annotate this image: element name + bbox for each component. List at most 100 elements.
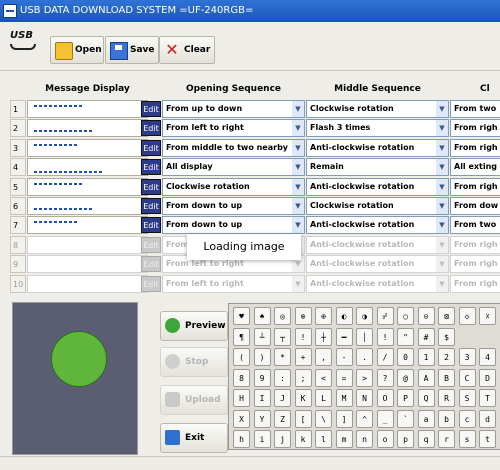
keyboard-key[interactable]: ⊗ — [294, 307, 312, 325]
middle-sequence-select[interactable]: Anti-clockwise rotation ▼ — [306, 177, 449, 196]
opening-sequence-select[interactable]: Clockwise rotation ▼ — [162, 177, 305, 196]
chevron-down-icon[interactable]: ▼ — [436, 256, 448, 273]
edit-button[interactable]: Edit — [141, 198, 161, 214]
middle-sequence-select[interactable]: Clockwise rotation ▼ — [306, 100, 449, 118]
chevron-down-icon[interactable]: ▼ — [292, 159, 304, 176]
keyboard-key[interactable]: p — [397, 430, 414, 448]
opening-sequence-select[interactable]: From down to up ▼ — [162, 216, 305, 235]
keyboard-key[interactable]: Q — [417, 389, 435, 407]
keyboard-key[interactable]: d — [479, 409, 496, 428]
keyboard-key[interactable]: D — [479, 368, 496, 387]
keyboard-key[interactable]: n — [356, 430, 373, 448]
keyboard-key[interactable]: a — [417, 409, 435, 428]
keyboard-key[interactable]: H — [233, 389, 250, 407]
keyboard-key[interactable]: m — [335, 430, 353, 448]
closing-sequence-select[interactable]: From righ — [450, 177, 500, 196]
stop-button[interactable]: Stop — [160, 347, 228, 377]
keyboard-key[interactable]: c — [458, 409, 476, 428]
keyboard-key[interactable]: R — [438, 389, 455, 407]
keyboard-key[interactable]: 3 — [458, 348, 476, 366]
keyboard-key[interactable]: ⊕ — [315, 307, 332, 325]
keyboard-key[interactable]: 9 — [253, 368, 271, 387]
chevron-down-icon[interactable]: ▼ — [436, 236, 448, 253]
keyboard-key[interactable]: + — [294, 348, 312, 366]
keyboard-key[interactable]: ? — [376, 368, 394, 387]
keyboard-key[interactable]: : — [274, 368, 291, 387]
preview-button[interactable]: Preview — [160, 311, 228, 341]
keyboard-key[interactable]: M — [335, 389, 353, 407]
edit-button[interactable]: Edit — [141, 101, 161, 117]
keyboard-key[interactable]: ⊠ — [438, 307, 455, 325]
keyboard-key[interactable]: T — [479, 389, 496, 407]
keyboard-key[interactable]: ☍ — [376, 307, 394, 325]
keyboard-key[interactable]: C — [458, 368, 476, 387]
keyboard-key[interactable]: ¶ — [233, 327, 250, 346]
keyboard-key[interactable]: ◐ — [335, 307, 353, 325]
clear-button[interactable]: ✕ Clear — [159, 36, 215, 64]
keyboard-key[interactable]: ` — [397, 409, 414, 428]
keyboard-key[interactable]: r — [438, 430, 455, 448]
closing-sequence-select[interactable]: From righ — [450, 119, 500, 138]
chevron-down-icon[interactable]: ▼ — [436, 178, 448, 195]
chevron-down-icon[interactable]: ▼ — [436, 275, 448, 292]
edit-button[interactable]: Edit — [141, 217, 161, 234]
closing-sequence-select[interactable]: From dow — [450, 197, 500, 215]
keyboard-key[interactable]: b — [438, 409, 455, 428]
chevron-down-icon[interactable]: ▼ — [436, 198, 448, 214]
keyboard-key[interactable]: # — [417, 327, 435, 346]
opening-sequence-select[interactable]: From left to right ▼ — [162, 119, 305, 138]
keyboard-key[interactable]: L — [315, 389, 332, 407]
keyboard-key[interactable]: = — [335, 368, 353, 387]
keyboard-key[interactable]: ! — [376, 327, 394, 346]
opening-sequence-select[interactable]: All display ▼ — [162, 158, 305, 177]
edit-button[interactable]: Edit — [141, 275, 161, 292]
closing-sequence-select[interactable]: From righ — [450, 235, 500, 254]
keyboard-key[interactable]: o — [376, 430, 394, 448]
keyboard-key[interactable]: 4 — [479, 348, 496, 366]
middle-sequence-select[interactable]: Clockwise rotation ▼ — [306, 197, 449, 215]
keyboard-key[interactable]: ] — [335, 409, 353, 428]
keyboard-key[interactable]: ◎ — [274, 307, 291, 325]
middle-sequence-select[interactable]: Flash 3 times ▼ — [306, 119, 449, 138]
keyboard-key[interactable]: ) — [253, 348, 271, 366]
keyboard-key[interactable]: q — [417, 430, 435, 448]
closing-sequence-select[interactable]: From righ — [450, 255, 500, 274]
closing-sequence-select[interactable]: From two — [450, 216, 500, 235]
middle-sequence-select[interactable]: Anti-clockwise rotation ▼ — [306, 274, 449, 293]
edit-button[interactable]: Edit — [141, 159, 161, 176]
middle-sequence-select[interactable]: Anti-clockwise rotation ▼ — [306, 235, 449, 254]
message-cell[interactable] — [27, 100, 148, 118]
opening-sequence-select[interactable]: From down to up ▼ — [162, 197, 305, 215]
chevron-down-icon[interactable]: ▼ — [292, 178, 304, 195]
title-bar[interactable]: USB DATA DOWNLOAD SYSTEM =UF-240RGB= — [0, 0, 500, 22]
keyboard-key[interactable]: ; — [294, 368, 312, 387]
chevron-down-icon[interactable]: ▼ — [292, 139, 304, 156]
keyboard-key[interactable]: O — [376, 389, 394, 407]
edit-button[interactable]: Edit — [141, 236, 161, 253]
keyboard-key[interactable]: ◑ — [356, 307, 373, 325]
opening-sequence-select[interactable]: From up to down ▼ — [162, 100, 305, 118]
keyboard-key[interactable]: I — [253, 389, 271, 407]
message-cell[interactable] — [27, 216, 148, 235]
keyboard-key[interactable]: J — [274, 389, 291, 407]
message-cell[interactable] — [27, 177, 148, 196]
keyboard-key[interactable]: s — [458, 430, 476, 448]
keyboard-key[interactable]: 0 — [397, 348, 414, 366]
exit-button[interactable]: Exit — [160, 423, 228, 453]
keyboard-key[interactable]: h — [233, 430, 250, 448]
keyboard-key[interactable]: " — [397, 327, 414, 346]
keyboard-key[interactable]: / — [376, 348, 394, 366]
keyboard-key[interactable]: K — [294, 389, 312, 407]
edit-button[interactable]: Edit — [141, 178, 161, 195]
chevron-down-icon[interactable]: ▼ — [292, 101, 304, 117]
keyboard-key[interactable]: ♠ — [253, 307, 271, 325]
keyboard-key[interactable]: P — [397, 389, 414, 407]
message-cell[interactable] — [27, 255, 148, 274]
keyboard-key[interactable]: A — [417, 368, 435, 387]
keyboard-key[interactable]: 2 — [438, 348, 455, 366]
chevron-down-icon[interactable]: ▼ — [436, 217, 448, 234]
middle-sequence-select[interactable]: Anti-clockwise rotation ▼ — [306, 216, 449, 235]
open-button[interactable]: Open — [50, 36, 104, 64]
keyboard-key[interactable]: t — [479, 430, 496, 448]
keyboard-key[interactable]: ! — [294, 327, 312, 346]
